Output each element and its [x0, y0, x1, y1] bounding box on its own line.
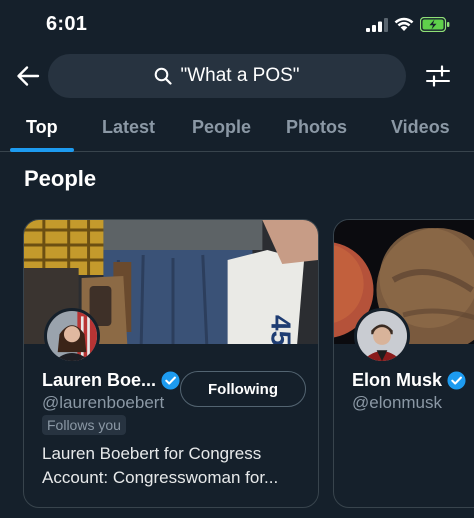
- avatar[interactable]: [354, 308, 410, 364]
- username: @elonmusk: [352, 393, 443, 412]
- tab-photos[interactable]: Photos: [286, 117, 347, 138]
- verified-badge-icon: [161, 371, 180, 390]
- name-row: Elon Musk: [352, 370, 466, 391]
- tab-people[interactable]: People: [192, 117, 251, 138]
- search-input[interactable]: "What a POS": [48, 54, 406, 98]
- status-bar: 6:01: [0, 0, 474, 50]
- display-name[interactable]: Lauren Boe...: [42, 370, 156, 391]
- active-tab-indicator: [10, 148, 74, 152]
- tab-videos[interactable]: Videos: [391, 117, 450, 138]
- back-button[interactable]: [14, 62, 42, 90]
- wifi-icon: [394, 17, 414, 31]
- battery-charging-icon: [420, 17, 450, 32]
- profile-bio: Lauren Boebert for Congress Account: Con…: [42, 444, 279, 487]
- svg-text:45: 45: [265, 315, 296, 344]
- signal-icon: [366, 18, 388, 32]
- search-tabs: Top Latest People Photos Videos: [0, 108, 474, 152]
- follows-you-badge: Follows you: [42, 415, 126, 435]
- search-filter-button[interactable]: [424, 62, 452, 90]
- person-card[interactable]: Elon Musk @elonmusk: [333, 219, 474, 508]
- tab-latest[interactable]: Latest: [102, 117, 155, 138]
- tab-top[interactable]: Top: [26, 117, 58, 138]
- search-icon: [155, 67, 173, 85]
- username: @laurenboebert: [42, 393, 165, 412]
- name-row: Lauren Boe...: [42, 370, 180, 391]
- following-button[interactable]: Following: [180, 371, 306, 407]
- display-name[interactable]: Elon Musk: [352, 370, 442, 391]
- section-title: People: [24, 166, 97, 191]
- search-query: "What a POS": [180, 65, 300, 86]
- status-time: 6:01: [46, 13, 88, 35]
- sliders-icon: [426, 65, 450, 87]
- verified-badge-icon: [447, 371, 466, 390]
- person-card[interactable]: 45 Lauren Boe... @laurenboebert Follows …: [23, 219, 319, 508]
- avatar[interactable]: [44, 308, 100, 364]
- arrow-left-icon: [17, 66, 40, 86]
